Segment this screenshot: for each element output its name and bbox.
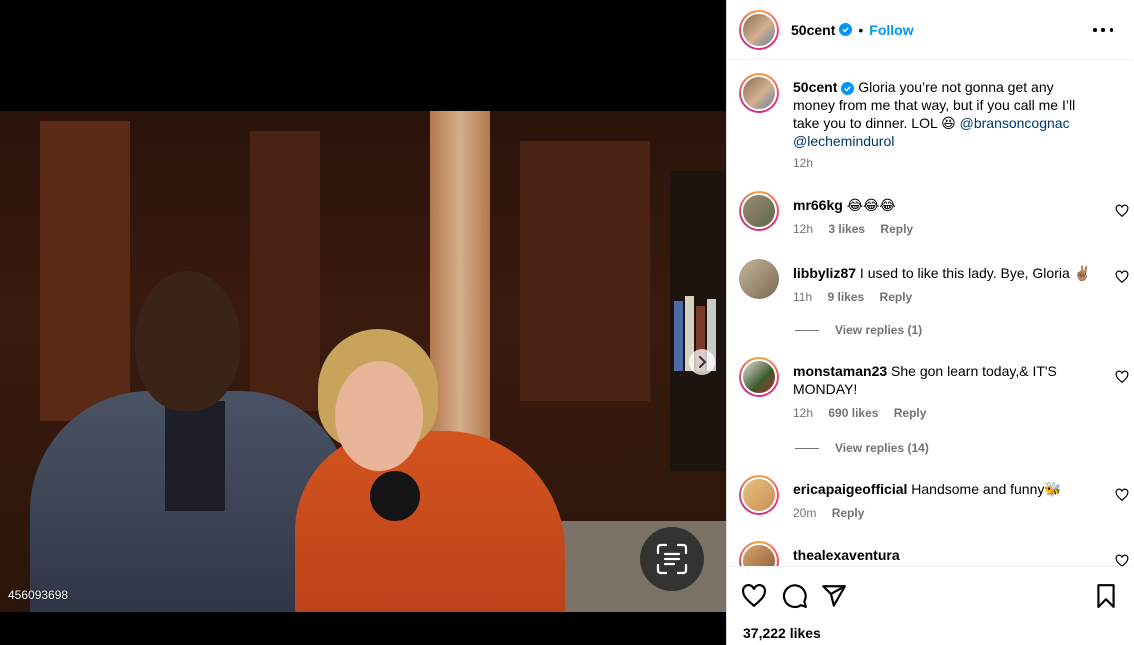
post-media: 456093698 (0, 0, 726, 645)
separator-dot: • (858, 21, 864, 38)
post-actions: 37,222 likes (727, 566, 1133, 645)
share-icon[interactable] (821, 583, 847, 609)
list-item: monstaman23 She gon learn today,& IT'S M… (739, 357, 1129, 457)
heart-icon[interactable] (1115, 370, 1129, 384)
man-shirt (165, 401, 225, 511)
lamp-light (430, 111, 490, 441)
heart-icon[interactable] (1115, 554, 1129, 566)
comment-username[interactable]: libbyliz87 (793, 265, 856, 281)
reply-button[interactable]: Reply (880, 290, 913, 304)
next-media-button[interactable] (689, 349, 715, 375)
reply-button[interactable]: Reply (894, 406, 927, 420)
post-header: 50cent • Follow (727, 0, 1133, 60)
view-replies-button[interactable]: View replies (14) (795, 441, 929, 455)
comment-text: I used to like this lady. Bye, Gloria ✌🏽 (859, 265, 1092, 281)
list-item: libbyliz87 I used to like this lady. Bye… (739, 259, 1129, 349)
comment-username[interactable]: mr66kg (793, 197, 843, 213)
comment-username[interactable]: ericapaigeofficial (793, 481, 907, 497)
visual-search-icon (656, 543, 688, 575)
avatar[interactable] (739, 259, 779, 299)
list-item: ericapaigeofficial Handsome and funny🐝 2… (739, 475, 1129, 525)
comment-likes[interactable]: 9 likes (827, 290, 864, 304)
visual-search-button[interactable] (640, 527, 704, 591)
avatar[interactable] (739, 475, 779, 515)
comment-timestamp: 20m (793, 506, 817, 520)
avatar[interactable] (739, 541, 779, 566)
post-photo[interactable] (0, 111, 726, 612)
reply-button[interactable]: Reply (832, 506, 865, 520)
view-replies-button[interactable]: View replies (1) (795, 323, 922, 337)
mention-link[interactable]: @bransoncognac (960, 115, 1070, 131)
mention-link[interactable]: @lechemindurol (793, 133, 894, 149)
comment-text: Handsome and funny🐝 (911, 481, 1062, 497)
author-username[interactable]: 50cent (791, 22, 835, 38)
avatar[interactable] (739, 191, 779, 231)
bookmark-icon[interactable] (1093, 583, 1119, 609)
heart-icon[interactable] (1115, 270, 1129, 284)
post-caption: 50cent Gloria you’re not gonna get any m… (739, 73, 1129, 173)
caption-username[interactable]: 50cent (793, 79, 837, 95)
likes-count[interactable]: 37,222 likes (743, 625, 821, 641)
comment-text: 😂😂😂 (846, 197, 896, 213)
comment-timestamp: 12h (793, 406, 814, 420)
heart-icon[interactable] (741, 583, 767, 609)
man-head (135, 271, 240, 411)
comment-likes[interactable]: 690 likes (828, 406, 878, 420)
woman-neckline (370, 471, 420, 521)
caption-timestamp: 12h (793, 156, 814, 170)
woman-face (335, 361, 423, 471)
comment-username[interactable]: monstaman23 (793, 363, 887, 379)
reply-button[interactable]: Reply (880, 222, 913, 236)
wood-panel (40, 121, 130, 421)
comment-timestamp: 11h (793, 290, 813, 304)
avatar[interactable] (739, 357, 779, 397)
woman-jacket (295, 431, 565, 612)
avatar[interactable] (739, 9, 779, 50)
wood-panel (520, 141, 650, 401)
more-options-icon[interactable] (1093, 22, 1113, 38)
post-details-panel: 50cent • Follow 50cent Gloria you’re not… (726, 0, 1134, 645)
comment-username[interactable]: thealexaventura (793, 547, 900, 563)
heart-icon[interactable] (1115, 204, 1129, 218)
verified-icon (841, 82, 855, 95)
comments-list[interactable]: 50cent Gloria you’re not gonna get any m… (727, 61, 1133, 566)
comment-icon[interactable] (782, 583, 808, 609)
verified-icon (839, 23, 853, 36)
list-item: mr66kg 😂😂😂 12h 3 likes Reply (739, 191, 1129, 241)
wood-panel (250, 131, 320, 411)
comment-likes[interactable]: 3 likes (828, 222, 865, 236)
heart-icon[interactable] (1115, 488, 1129, 502)
avatar[interactable] (739, 73, 779, 113)
photo-id-watermark: 456093698 (8, 588, 69, 602)
follow-button[interactable]: Follow (869, 22, 913, 38)
bookshelf (670, 171, 726, 471)
comment-timestamp: 12h (793, 222, 814, 236)
chevron-right-icon (699, 356, 706, 368)
list-item: thealexaventura (739, 541, 1129, 566)
